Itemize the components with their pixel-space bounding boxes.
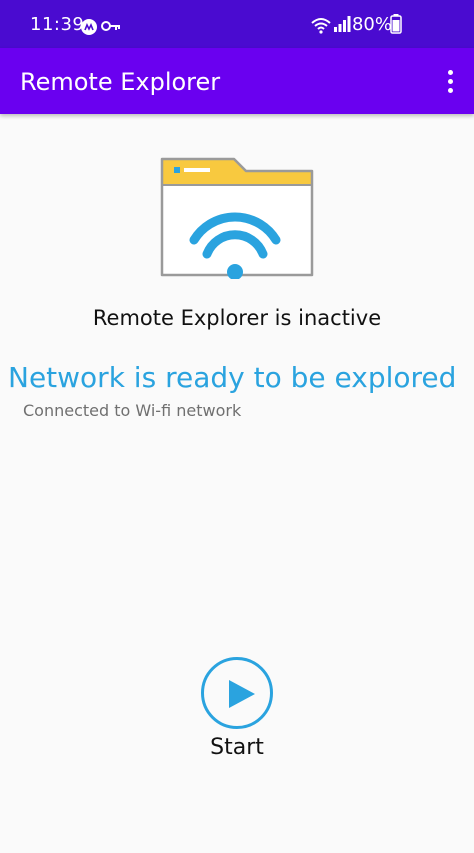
app-title: Remote Explorer [20,68,221,96]
network-status-title: Network is ready to be explored [8,361,457,394]
remote-explorer-status: Remote Explorer is inactive [92,306,382,330]
signal-icon [334,16,351,32]
wifi-icon [311,18,331,34]
network-status-subtitle: Connected to Wi-fi network [23,401,242,420]
play-icon [229,680,255,708]
start-button[interactable] [201,657,273,729]
status-bar: 11:39 80% [0,0,474,48]
start-label[interactable]: Start [0,735,474,760]
battery-icon [390,14,402,34]
whatsapp-icon [81,19,97,35]
key-icon [101,21,120,31]
more-vert-icon[interactable] [438,64,462,100]
folder-wifi-icon [160,157,314,279]
status-time: 11:39 [30,14,85,35]
battery-percentage: 80% [351,14,392,35]
app-bar: Remote Explorer [0,48,474,114]
